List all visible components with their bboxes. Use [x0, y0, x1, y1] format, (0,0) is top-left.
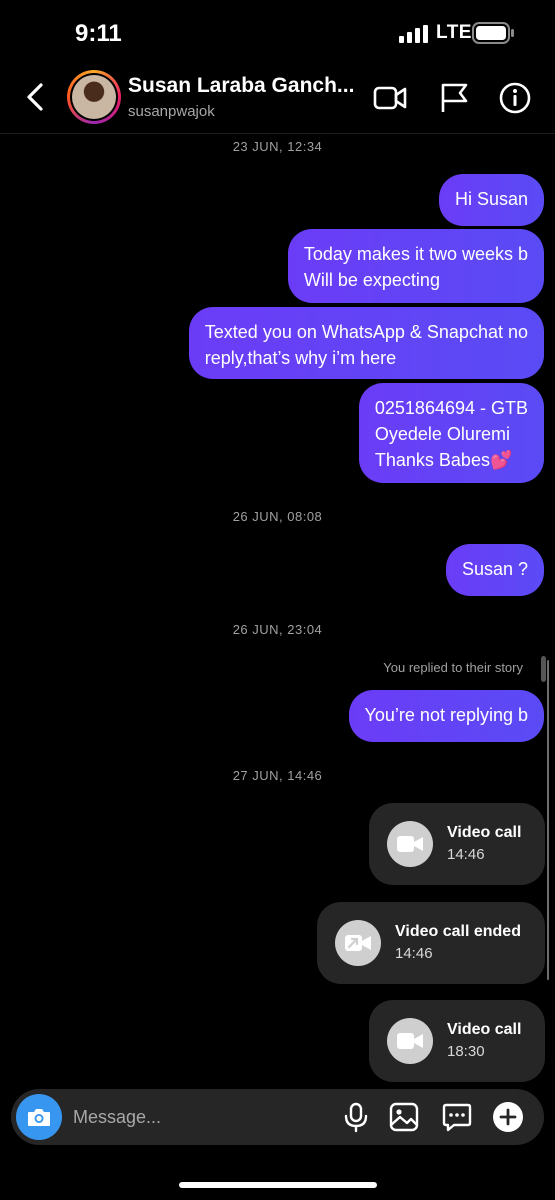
message-text: Will be expecting	[303, 270, 440, 290]
status-time: 9:11	[75, 20, 122, 47]
message-text: 0251864694 - GTB	[374, 398, 528, 418]
gallery-icon[interactable]	[388, 1101, 420, 1133]
call-title: Video call	[447, 1021, 522, 1038]
flag-icon[interactable]	[438, 82, 472, 114]
message-bubble[interactable]: Today makes it two weeks b Will be expec…	[287, 229, 544, 303]
message-text: Susan ?	[461, 559, 528, 579]
status-bar: 9:11 LTE	[0, 0, 555, 64]
scrollbar-track[interactable]	[547, 660, 549, 980]
message-text: You’re not replying b	[364, 705, 528, 725]
sticker-icon[interactable]	[441, 1101, 473, 1133]
timestamp: 26 JUN, 23:04	[232, 622, 323, 637]
camera-button[interactable]	[16, 1094, 62, 1140]
contact-username[interactable]: susanpwajok	[128, 103, 215, 120]
message-bubble[interactable]: 0251864694 - GTB Oyedele Oluremi Thanks …	[358, 383, 544, 483]
message-text: Hi Susan	[454, 189, 528, 209]
video-call-ended-icon	[335, 920, 381, 966]
plus-icon[interactable]	[492, 1101, 524, 1133]
camera-icon	[28, 1109, 50, 1126]
signal-icon	[399, 25, 428, 43]
home-indicator	[179, 1182, 377, 1188]
call-time: 18:30	[447, 1043, 485, 1060]
microphone-icon[interactable]	[340, 1101, 372, 1133]
video-camera-icon	[387, 1018, 433, 1064]
timestamp: 23 JUN, 12:34	[232, 139, 323, 154]
message-bubble[interactable]: Hi Susan	[438, 174, 544, 226]
timestamp: 27 JUN, 14:46	[232, 768, 323, 783]
video-call-card[interactable]: Video call 14:46	[369, 803, 545, 885]
message-bubble[interactable]: Texted you on WhatsApp & Snapchat no rep…	[188, 307, 544, 379]
message-text: reply,that’s why i’m here	[204, 348, 397, 368]
call-time: 14:46	[395, 945, 433, 962]
message-composer	[11, 1089, 544, 1145]
timestamp: 26 JUN, 08:08	[232, 509, 323, 524]
avatar-photo	[72, 75, 116, 119]
message-bubble[interactable]: You’re not replying b	[348, 690, 544, 742]
back-icon[interactable]	[20, 80, 50, 114]
scrollbar-thumb[interactable]	[541, 656, 546, 682]
message-text: Oyedele Oluremi	[374, 424, 510, 444]
chat-header: Susan Laraba Ganch... susanpwajok	[0, 64, 555, 134]
message-text: Thanks Babes💕	[374, 450, 513, 470]
info-icon[interactable]	[498, 82, 532, 114]
battery-icon	[472, 22, 514, 44]
story-reply-note: You replied to their story	[383, 660, 523, 675]
call-time: 14:46	[447, 846, 485, 863]
avatar[interactable]	[67, 70, 121, 124]
contact-name[interactable]: Susan Laraba Ganch...	[128, 74, 360, 98]
network-label: LTE	[436, 22, 472, 43]
video-call-icon[interactable]	[373, 82, 407, 114]
message-text: Today makes it two weeks b	[303, 244, 528, 264]
message-bubble[interactable]: Susan ?	[445, 544, 544, 596]
message-text: Texted you on WhatsApp & Snapchat no	[204, 322, 528, 342]
message-input[interactable]	[73, 1097, 323, 1137]
video-call-ended-card[interactable]: Video call ended 14:46	[317, 902, 545, 984]
video-call-card[interactable]: Video call 18:30	[369, 1000, 545, 1082]
video-camera-icon	[387, 821, 433, 867]
call-title: Video call	[447, 824, 522, 841]
call-title: Video call ended	[395, 923, 521, 940]
